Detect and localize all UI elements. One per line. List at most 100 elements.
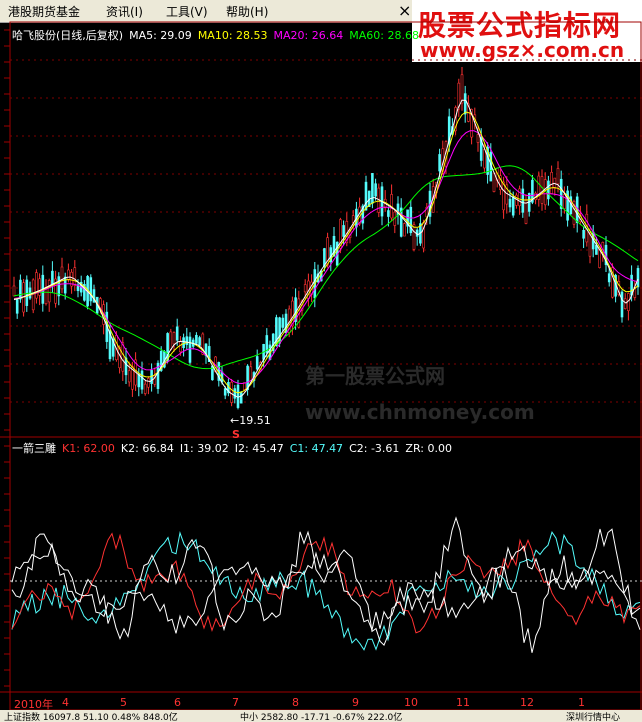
candle-body (236, 384, 240, 408)
candle-body (31, 279, 35, 311)
candle-body (620, 291, 624, 318)
candlestick-chart-area[interactable] (0, 0, 642, 710)
candle-body (556, 168, 560, 185)
x-label: 5 (120, 696, 127, 709)
ma20-value: MA20: 26.64 (273, 29, 344, 42)
k2-value: K2: 66.84 (120, 442, 174, 455)
main-chart-legend: 哈飞股份(日线,后复权) MA5: 29.09 MA10: 28.53 MA20: 2… (12, 27, 425, 43)
watermark-center-url: www.chnmoney.com (305, 400, 535, 424)
candle-body (179, 341, 182, 353)
ma60-value: MA60: 28.68 (349, 29, 419, 42)
candle-body (143, 383, 147, 394)
candle-body (387, 210, 390, 217)
c1-line (11, 531, 641, 651)
candle-body (243, 382, 246, 391)
candle-body (73, 267, 77, 286)
candle-body (12, 285, 16, 297)
i1-value: I1: 39.02 (179, 442, 229, 455)
x-label: 8 (292, 696, 299, 709)
candle-body (303, 284, 307, 293)
candle-body (476, 134, 480, 143)
candle-body (623, 298, 627, 309)
candle-body (508, 198, 512, 208)
candle-body (19, 279, 22, 300)
candle-body (364, 181, 368, 211)
candle-body (89, 277, 93, 302)
candle-body (147, 378, 150, 388)
candle-body (412, 224, 416, 250)
x-label: 6 (174, 696, 181, 709)
candle-body (38, 278, 41, 296)
k1-line (11, 532, 641, 634)
candle-body (223, 388, 227, 396)
k1-value: K1: 62.00 (62, 442, 115, 455)
candle-body (342, 225, 345, 237)
ma5-value: MA5: 29.09 (129, 29, 192, 42)
status-bar: 上证指数 16097.8 51.10 0.48% 848.0亿 中小 2582.… (0, 710, 642, 722)
candle-body (492, 172, 496, 192)
status-index: 上证指数 16097.8 51.10 0.48% 848.0亿 (4, 713, 178, 722)
candle-body (540, 176, 544, 204)
candle-body (550, 172, 553, 194)
k2-line (11, 516, 641, 653)
candle-body (239, 392, 243, 404)
candle-body (374, 183, 377, 197)
candle-body (281, 317, 285, 328)
candle-body (483, 149, 486, 169)
stock-title: 哈飞股份(日线,后复权) (12, 29, 124, 42)
status-sme: 中小 2582.80 -17.71 -0.67% 222.0亿 (240, 713, 403, 722)
candle-body (636, 268, 640, 288)
candle-body (60, 266, 64, 290)
low-price-marker: ←19.51 (230, 414, 271, 427)
candle-body (607, 273, 611, 283)
c2-value: C2: -3.61 (349, 442, 400, 455)
candle-body (502, 181, 505, 211)
x-label: 10 (404, 696, 418, 709)
candle-body (547, 180, 550, 200)
candle-body (127, 370, 131, 383)
ma10-value: MA10: 28.53 (197, 29, 268, 42)
candle-body (255, 356, 259, 370)
status-market[interactable]: 深圳行情中心 (566, 710, 620, 722)
candle-body (140, 370, 144, 390)
watermark-center: 第一股票公式网 (305, 364, 445, 388)
candle-body (511, 196, 515, 216)
candle-body (521, 188, 525, 213)
candle-body (25, 279, 29, 306)
candle-body (198, 337, 201, 346)
candle-body (47, 280, 51, 303)
i1-line (11, 542, 641, 634)
candle-body (51, 270, 54, 286)
candle-body (460, 74, 464, 104)
candle-body (230, 381, 233, 403)
zr-value: ZR: 0.00 (405, 442, 452, 455)
x-label: 7 (232, 696, 239, 709)
candle-body (57, 276, 61, 297)
x-label: 1 (578, 696, 585, 709)
candle-body (182, 337, 185, 349)
ma10-line (13, 111, 639, 394)
candle-body (188, 336, 192, 363)
c1-value: C1: 47.47 (289, 442, 344, 455)
candle-body (559, 178, 563, 209)
candle-body (15, 299, 19, 314)
indicator-legend: 一箭三雕 K1: 62.00 K2: 66.84 I1: 39.02 I2: 45.47… (12, 440, 458, 456)
candle-body (195, 334, 198, 344)
x-label: 4 (62, 696, 69, 709)
candle-body (463, 93, 467, 115)
x-label: 12 (520, 696, 534, 709)
x-label: 9 (352, 696, 359, 709)
candle-body (172, 332, 176, 345)
candle-body (35, 272, 38, 299)
x-label: 11 (456, 696, 470, 709)
candle-body (403, 223, 406, 237)
ma20-line (13, 130, 639, 385)
candle-body (67, 269, 70, 280)
ma5-line (13, 99, 639, 398)
candle-body (515, 194, 518, 206)
candle-body (121, 342, 125, 372)
candle-body (233, 388, 237, 399)
candle-body (175, 326, 179, 341)
candle-body (582, 229, 585, 239)
candle-body (185, 336, 189, 345)
